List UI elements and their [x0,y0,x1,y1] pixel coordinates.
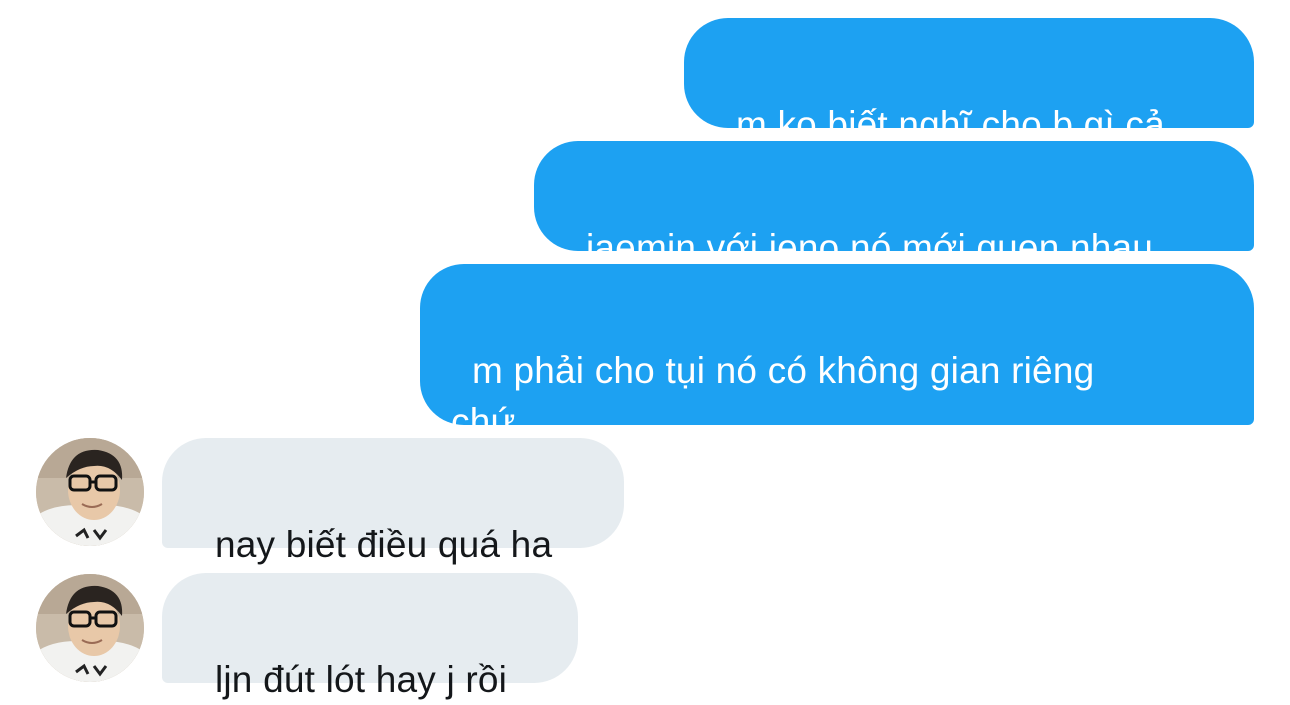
received-message-text: nay biết điều quá ha [214,524,553,565]
sent-message-text: m ko biết nghĩ cho b gì cả [735,104,1165,145]
sent-message-bubble[interactable]: jaemin với jeno nó mới quen nhau [534,141,1254,268]
sent-message-bubble[interactable]: m ko biết nghĩ cho b gì cả [684,18,1254,145]
received-message-bubble[interactable]: nay biết điều quá ha [162,438,624,565]
avatar-icon[interactable] [36,574,144,682]
sent-message-text: m phải cho tụi nó có không gian riêng ch… [451,350,1095,442]
sent-message-bubble[interactable]: m phải cho tụi nó có không gian riêng ch… [420,264,1254,442]
sent-message-text: jaemin với jeno nó mới quen nhau [585,227,1154,268]
received-message-bubble[interactable]: ljn đút lót hay j rồi [162,573,578,700]
avatar-image [36,438,144,546]
avatar-image [36,574,144,682]
received-message-text: ljn đút lót hay j rồi [214,659,508,700]
chat-window: { "messages": { "sent": [ { "text": "m k… [0,0,1290,700]
avatar-icon[interactable] [36,438,144,546]
